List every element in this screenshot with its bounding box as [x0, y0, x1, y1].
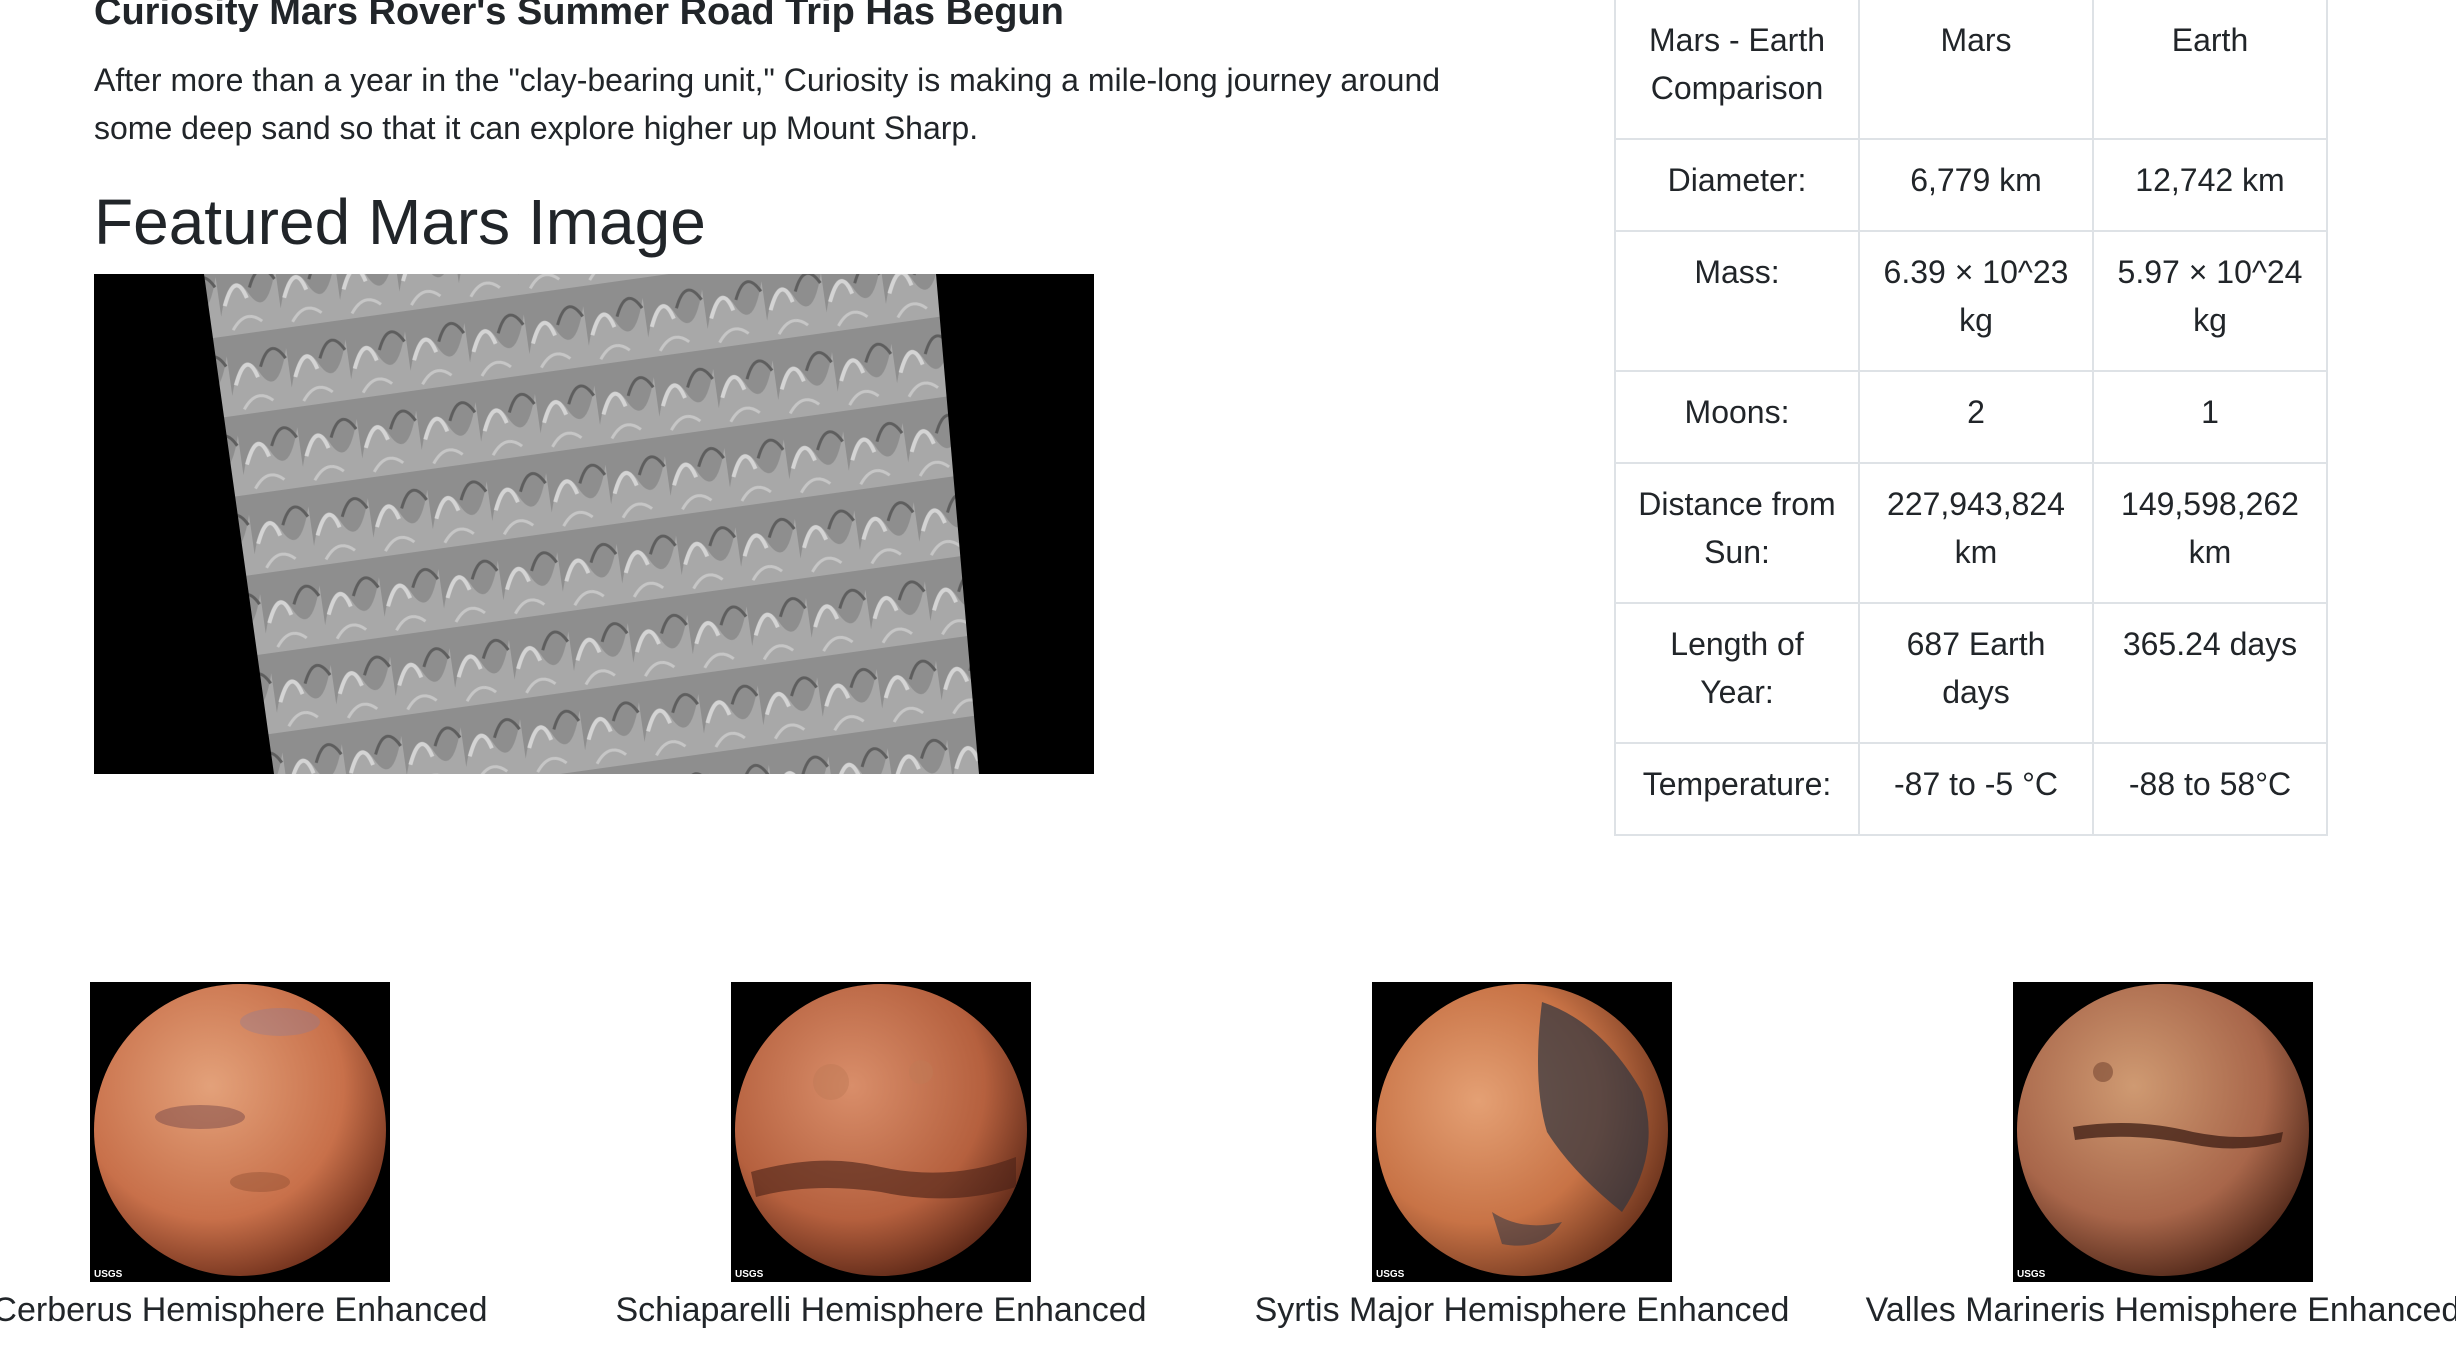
facts-earth-cell: -88 to 58°C — [2092, 742, 2328, 836]
facts-mars-cell: 687 Earth days — [1858, 602, 2094, 744]
facts-earth-cell: 5.97 × 10^24 kg — [2092, 230, 2328, 372]
facts-mars-cell: -87 to -5 °C — [1858, 742, 2094, 836]
facts-row: Diameter: 6,779 km 12,742 km — [1614, 138, 2328, 232]
usgs-logo: USGS — [1376, 1269, 1405, 1280]
facts-label-cell: Distance from Sun: — [1614, 462, 1860, 604]
hemisphere-card-valles-marineris[interactable]: USGS Valles Marineris Hemisphere Enhance… — [1843, 982, 2456, 1332]
mars-earth-facts-table: Mars - Earth Comparison Mars Earth Diame… — [1614, 0, 2328, 836]
facts-mars-cell: 227,943,824 km — [1858, 462, 2094, 604]
facts-label-cell: Temperature: — [1614, 742, 1860, 836]
facts-mars-cell: 2 — [1858, 370, 2094, 464]
hemisphere-card-cerberus[interactable]: USGS Cerberus Hemisphere Enhanced — [0, 982, 560, 1332]
featured-mars-image[interactable] — [94, 274, 1094, 774]
hemisphere-title[interactable]: Schiaparelli Hemisphere Enhanced — [561, 1288, 1201, 1332]
facts-earth-cell: 12,742 km — [2092, 138, 2328, 232]
hemisphere-title[interactable]: Cerberus Hemisphere Enhanced — [0, 1288, 560, 1332]
hemisphere-title[interactable]: Syrtis Major Hemisphere Enhanced — [1202, 1288, 1842, 1332]
usgs-logo: USGS — [735, 1269, 764, 1280]
hemisphere-image-cerberus[interactable]: USGS — [90, 982, 390, 1282]
facts-label-cell: Moons: — [1614, 370, 1860, 464]
hemisphere-image-syrtis-major[interactable]: USGS — [1372, 982, 1672, 1282]
hemisphere-card-syrtis-major[interactable]: USGS Syrtis Major Hemisphere Enhanced — [1202, 982, 1842, 1332]
news-title[interactable]: Curiosity Mars Rover's Summer Road Trip … — [94, 0, 1064, 34]
facts-row: Distance from Sun: 227,943,824 km 149,59… — [1614, 462, 2328, 604]
facts-row: Moons: 2 1 — [1614, 370, 2328, 464]
featured-image-heading: Featured Mars Image — [94, 186, 706, 258]
facts-row: Length of Year: 687 Earth days 365.24 da… — [1614, 602, 2328, 744]
facts-header-cell: Mars — [1858, 0, 2094, 140]
hemisphere-card-schiaparelli[interactable]: USGS Schiaparelli Hemisphere Enhanced — [561, 982, 1201, 1332]
facts-header-cell: Earth — [2092, 0, 2328, 140]
facts-row: Temperature: -87 to -5 °C -88 to 58°C — [1614, 742, 2328, 836]
facts-earth-cell: 149,598,262 km — [2092, 462, 2328, 604]
facts-label-cell: Length of Year: — [1614, 602, 1860, 744]
facts-row: Mass: 6.39 × 10^23 kg 5.97 × 10^24 kg — [1614, 230, 2328, 372]
facts-earth-cell: 1 — [2092, 370, 2328, 464]
facts-header-cell: Mars - Earth Comparison — [1614, 0, 1860, 140]
usgs-logo: USGS — [94, 1269, 123, 1280]
usgs-logo: USGS — [2017, 1269, 2046, 1280]
facts-header-row: Mars - Earth Comparison Mars Earth — [1614, 0, 2328, 140]
facts-label-cell: Diameter: — [1614, 138, 1860, 232]
hemisphere-image-schiaparelli[interactable]: USGS — [731, 982, 1031, 1282]
facts-mars-cell: 6.39 × 10^23 kg — [1858, 230, 2094, 372]
facts-mars-cell: 6,779 km — [1858, 138, 2094, 232]
facts-label-cell: Mass: — [1614, 230, 1860, 372]
facts-earth-cell: 365.24 days — [2092, 602, 2328, 744]
hemisphere-title[interactable]: Valles Marineris Hemisphere Enhanced — [1843, 1288, 2456, 1332]
hemisphere-image-valles-marineris[interactable]: USGS — [2013, 982, 2313, 1282]
news-teaser: After more than a year in the "clay-bear… — [94, 62, 1441, 146]
